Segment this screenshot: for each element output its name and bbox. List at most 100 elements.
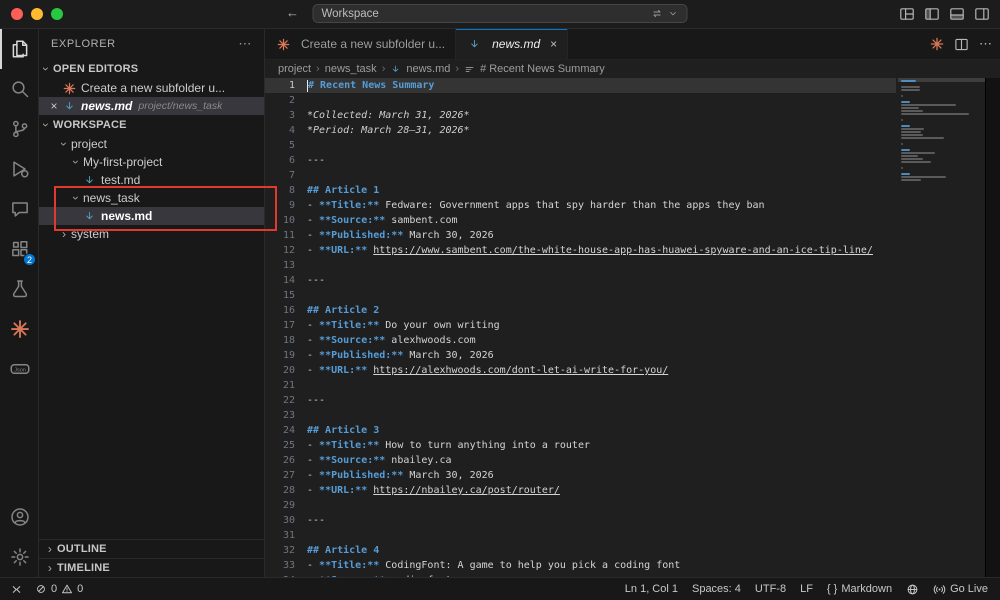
tree-folder-project[interactable]: ›project	[39, 135, 264, 153]
scrollbar[interactable]	[985, 78, 1000, 577]
go-live-button[interactable]: Go Live	[933, 583, 988, 596]
workspace-switch-icon[interactable]	[651, 7, 664, 20]
close-tab-icon[interactable]: ×	[550, 37, 557, 51]
editor-line[interactable]: 19- **Published:** March 30, 2026	[265, 348, 896, 363]
toggle-panel-icon[interactable]	[949, 6, 965, 22]
breadcrumb-project[interactable]: project	[278, 63, 311, 75]
line-number: 21	[265, 380, 307, 391]
indentation[interactable]: Spaces: 4	[692, 583, 741, 595]
customize-layout-icon[interactable]	[899, 6, 915, 22]
outline-header[interactable]: › OUTLINE	[39, 539, 264, 558]
timeline-header[interactable]: › TIMELINE	[39, 558, 264, 577]
tree-file-test-md[interactable]: test.md	[39, 171, 264, 189]
editor-line[interactable]: 30---	[265, 513, 896, 528]
workspace-header[interactable]: › WORKSPACE	[39, 115, 264, 135]
tree-file-news-md[interactable]: news.md	[39, 207, 264, 225]
editor-line[interactable]: 15	[265, 288, 896, 303]
command-center[interactable]: Workspace	[313, 4, 688, 23]
editor-line[interactable]: 9- **Title:** Fedware: Government apps t…	[265, 198, 896, 213]
editor-line[interactable]: 3*Collected: March 31, 2026*	[265, 108, 896, 123]
split-editor-icon[interactable]	[954, 37, 969, 52]
sidebar-more-actions-icon[interactable]: ⋯	[238, 36, 252, 52]
encoding[interactable]: UTF-8	[755, 583, 786, 595]
editor-line[interactable]: 20- **URL:** https://alexhwoods.com/dont…	[265, 363, 896, 378]
tree-folder-news-task[interactable]: ›news_task	[39, 189, 264, 207]
editor-line[interactable]: 29	[265, 498, 896, 513]
tree-folder-my-first-project[interactable]: ›My-first-project	[39, 153, 264, 171]
editor-line[interactable]: 12- **URL:** https://www.sambent.com/the…	[265, 243, 896, 258]
globe-button[interactable]	[906, 583, 919, 596]
open-editors-header[interactable]: › OPEN EDITORS	[39, 59, 264, 79]
tree-folder-system[interactable]: ›system	[39, 225, 264, 243]
editor-line[interactable]: 27- **Published:** March 30, 2026	[265, 468, 896, 483]
activity-explorer-button[interactable]	[0, 29, 38, 69]
editor-line[interactable]: 23	[265, 408, 896, 423]
editor-line[interactable]: 17- **Title:** Do your own writing	[265, 318, 896, 333]
editor-line[interactable]: 22---	[265, 393, 896, 408]
close-editor-icon[interactable]: ×	[47, 99, 61, 113]
editor-line[interactable]: 16## Article 2	[265, 303, 896, 318]
code-segment: https://nbailey.ca/post/router/	[373, 485, 560, 496]
cursor-position[interactable]: Ln 1, Col 1	[625, 583, 678, 595]
nav-back-icon[interactable]: ←	[286, 5, 299, 20]
editor-line[interactable]: 25- **Title:** How to turn anything into…	[265, 438, 896, 453]
editor-line[interactable]: 33- **Title:** CodingFont: A game to hel…	[265, 558, 896, 573]
language-mode[interactable]: { } Markdown	[827, 583, 892, 595]
editor-line[interactable]: 26- **Source:** nbailey.ca	[265, 453, 896, 468]
editor-line[interactable]: 11- **Published:** March 30, 2026	[265, 228, 896, 243]
editor-line[interactable]: 7	[265, 168, 896, 183]
editor-line[interactable]: 4*Period: March 28–31, 2026*	[265, 123, 896, 138]
minimize-window-button[interactable]	[31, 8, 43, 20]
tab-news-md[interactable]: news.md ×	[456, 29, 568, 59]
tab-create-subfolder[interactable]: Create a new subfolder u...	[265, 29, 456, 59]
editor-line[interactable]: 24## Article 3	[265, 423, 896, 438]
open-editor-create-subfolder[interactable]: Create a new subfolder u...	[39, 79, 264, 97]
editor[interactable]: 1# Recent News Summary23*Collected: Marc…	[265, 78, 1000, 577]
editor-line[interactable]: 5	[265, 138, 896, 153]
eol-sequence[interactable]: LF	[800, 583, 813, 595]
problems-indicator[interactable]: 0 0	[35, 583, 83, 595]
toggle-secondary-sidebar-icon[interactable]	[974, 6, 990, 22]
line-number: 11	[265, 230, 307, 241]
editor-line[interactable]: 28- **URL:** https://nbailey.ca/post/rou…	[265, 483, 896, 498]
toggle-primary-sidebar-icon[interactable]	[924, 6, 940, 22]
editor-line[interactable]: 21	[265, 378, 896, 393]
activity-extensions-button[interactable]: 2	[0, 229, 38, 269]
activity-run-debug-button[interactable]	[0, 149, 38, 189]
minimap[interactable]	[898, 78, 986, 577]
breadcrumb-news-md[interactable]: news.md	[406, 63, 450, 75]
activity-claude-button[interactable]	[0, 309, 38, 349]
activity-source-control-button[interactable]	[0, 109, 38, 149]
editor-line[interactable]: 32## Article 4	[265, 543, 896, 558]
zoom-window-button[interactable]	[51, 8, 63, 20]
close-window-button[interactable]	[11, 8, 23, 20]
activity-chat-button[interactable]	[0, 189, 38, 229]
line-number: 33	[265, 560, 307, 571]
breadcrumb-news-task[interactable]: news_task	[325, 63, 377, 75]
run-debug-icon	[10, 159, 30, 179]
activity-search-button[interactable]	[0, 69, 38, 109]
editor-line[interactable]: 2	[265, 93, 896, 108]
code-segment: -	[307, 245, 319, 256]
editor-line[interactable]: 18- **Source:** alexhwoods.com	[265, 333, 896, 348]
editor-line[interactable]: 31	[265, 528, 896, 543]
activity-json-button[interactable]: Json	[0, 349, 38, 389]
activity-testing-button[interactable]	[0, 269, 38, 309]
editor-line[interactable]: 1# Recent News Summary	[265, 78, 896, 93]
minimap-line	[901, 131, 921, 133]
editor-line[interactable]: 34- **Source:** codingfont.com	[265, 573, 896, 577]
editor-line[interactable]: 10- **Source:** sambent.com	[265, 213, 896, 228]
breadcrumb-symbol[interactable]: # Recent News Summary	[480, 63, 605, 75]
editor-line[interactable]: 13	[265, 258, 896, 273]
editor-line[interactable]: 6---	[265, 153, 896, 168]
chevron-down-icon[interactable]	[668, 8, 679, 19]
more-actions-icon[interactable]: ⋯	[979, 36, 992, 52]
remote-indicator[interactable]	[10, 583, 23, 596]
activity-accounts-button[interactable]	[0, 497, 38, 537]
claude-action-icon[interactable]	[930, 37, 944, 51]
activity-settings-button[interactable]	[0, 537, 38, 577]
open-editor-news-md[interactable]: × news.md project/news_task	[39, 97, 264, 115]
editor-line[interactable]: 14---	[265, 273, 896, 288]
editor-line[interactable]: 8## Article 1	[265, 183, 896, 198]
code-segment: ---	[307, 275, 325, 286]
